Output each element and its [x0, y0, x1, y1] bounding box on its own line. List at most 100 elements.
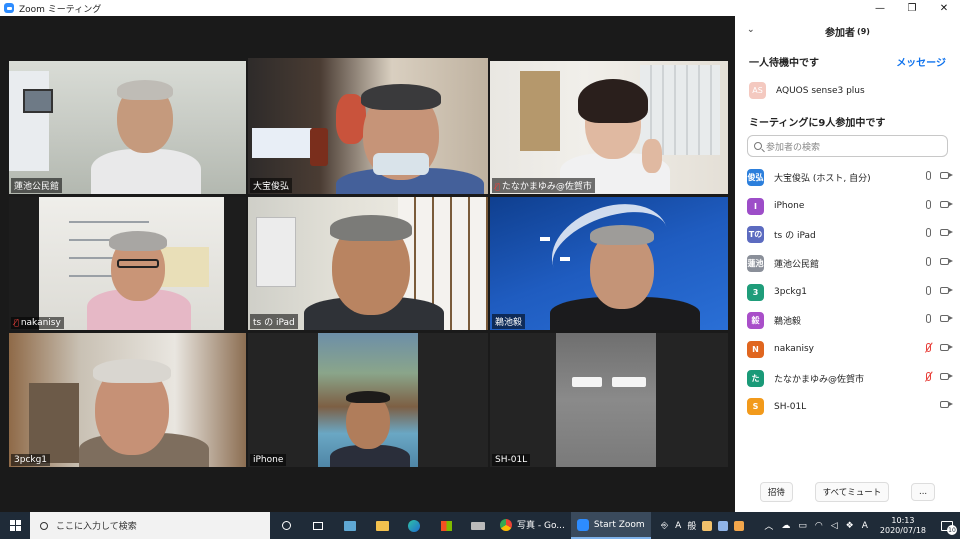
task-view-icon[interactable]	[302, 512, 334, 539]
participant-name: 鵜池毅	[774, 317, 802, 328]
edge-browser-icon[interactable]	[398, 512, 430, 539]
panel-title: 参加者	[825, 27, 856, 39]
video-tile[interactable]: 3pckg1	[9, 333, 246, 467]
mic-muted-icon[interactable]	[926, 371, 931, 381]
participant-row[interactable]: た たなかまゆみ@佐賀市	[747, 364, 953, 393]
video-tile[interactable]: 🎙̸ たなかまゆみ@佐賀市	[490, 61, 728, 194]
taskbar-app-label: Start Zoom	[593, 519, 645, 530]
glasses-shape	[117, 259, 159, 268]
participant-row[interactable]: 蓮池 蓮池公民館	[747, 249, 953, 278]
video-camera-icon[interactable]	[940, 372, 953, 380]
more-options-button[interactable]: ...	[911, 483, 936, 501]
tile-name-label: 大宝俊弘	[250, 178, 293, 193]
minimize-button[interactable]: —	[864, 0, 896, 16]
avatar: 俊弘	[747, 168, 764, 186]
participant-row[interactable]: 3 3pckg1	[747, 278, 953, 307]
participant-search-input[interactable]: 参加者の検索	[747, 135, 948, 157]
mic-icon[interactable]	[926, 314, 931, 324]
ime-toggle-icon[interactable]: ⎆	[661, 521, 668, 531]
taskbar-search-box[interactable]: ここに入力して検索	[30, 512, 270, 539]
taskbar-app-chrome[interactable]: 写真 - Go...	[494, 512, 571, 539]
search-placeholder: 参加者の検索	[766, 142, 821, 153]
avatar: AS	[749, 82, 766, 99]
notification-center-icon[interactable]: 10	[934, 512, 960, 539]
notification-count-badge: 10	[947, 525, 957, 535]
system-tray: ⎆ A 般 ︿ ☁ ▭ ◠ ◁ ❖ A 10:13 2020/07/18 10	[661, 512, 960, 539]
tile-name-label: ts の iPad	[250, 314, 298, 329]
ime-kanji[interactable]: 般	[687, 519, 696, 532]
mic-icon[interactable]	[926, 199, 931, 209]
mic-icon[interactable]	[926, 257, 931, 267]
taskbar-app-zoom[interactable]: Start Zoom	[570, 512, 651, 539]
invite-button[interactable]: 招待	[759, 482, 793, 502]
show-hidden-icons-icon[interactable]: ︿	[764, 519, 773, 532]
taskbar-clock[interactable]: 10:13 2020/07/18	[880, 516, 926, 536]
person-hair	[330, 215, 412, 241]
mic-icon[interactable]	[926, 171, 931, 180]
person-hair	[578, 79, 648, 123]
waiting-participant[interactable]: AS AQUOS sense3 plus	[749, 82, 865, 99]
video-camera-icon[interactable]	[940, 286, 953, 294]
avatar: た	[747, 369, 764, 387]
participant-row[interactable]: I iPhone	[747, 192, 953, 221]
mute-all-button[interactable]: すべてミュート	[814, 482, 890, 502]
participant-row[interactable]: 俊弘 大宝俊弘 (ホスト, 自分)	[747, 163, 953, 192]
video-camera-icon[interactable]	[940, 258, 953, 266]
mic-muted-icon: 🎙̸	[14, 318, 19, 327]
video-camera-icon[interactable]	[940, 400, 953, 408]
calendar-shape	[256, 217, 296, 287]
cortana-icon[interactable]	[270, 512, 302, 539]
close-button[interactable]: ✕	[928, 0, 960, 16]
mic-icon[interactable]	[926, 228, 931, 238]
video-tile[interactable]: ts の iPad	[248, 197, 488, 330]
wifi-icon[interactable]: ◠	[815, 521, 823, 531]
taskbar: ここに入力して検索 写真 - Go... Start Zoom ⎆ A 般 ︿ …	[0, 512, 960, 539]
panel-header: ⌄ 参加者 (9)	[735, 22, 960, 40]
start-button[interactable]	[0, 512, 30, 539]
ime-mode[interactable]: A	[675, 521, 681, 531]
message-link[interactable]: メッセージ	[896, 54, 946, 69]
participant-name: iPhone	[774, 201, 805, 212]
store-icon[interactable]	[430, 512, 462, 539]
video-camera-icon[interactable]	[940, 344, 953, 352]
video-tile[interactable]: 鵜池毅	[490, 197, 728, 330]
video-tile-active-speaker[interactable]: 大宝俊弘	[248, 58, 488, 194]
volume-icon[interactable]: ◁	[831, 521, 838, 531]
mic-muted-icon[interactable]	[926, 343, 931, 353]
participant-row[interactable]: N nakanisy	[747, 335, 953, 364]
video-gallery: 蓮池公民館 大宝俊弘 🎙̸ たなかまゆみ@佐賀市 🎙̸ nakanisy ts …	[0, 16, 735, 512]
avatar: Tの	[747, 226, 764, 244]
file-explorer-icon[interactable]	[366, 512, 398, 539]
onedrive-cloud-icon[interactable]: ☁	[781, 521, 790, 531]
video-camera-icon[interactable]	[940, 200, 953, 208]
avatar: S	[747, 398, 764, 416]
video-camera-icon[interactable]	[940, 315, 953, 323]
ime-pad-icon[interactable]	[718, 520, 729, 531]
panel-footer: 招待 すべてミュート ...	[735, 482, 960, 502]
video-camera-icon[interactable]	[940, 229, 953, 237]
ime-dictionary-icon[interactable]	[734, 520, 745, 531]
input-language[interactable]: A	[862, 521, 868, 531]
app-icon[interactable]	[462, 512, 494, 539]
in-meeting-label: ミーティングに9人参加中です	[749, 118, 886, 129]
participant-row[interactable]: S SH-01L	[747, 393, 953, 422]
dropbox-icon[interactable]: ❖	[846, 521, 854, 531]
avatar: I	[747, 197, 764, 215]
video-tile[interactable]: iPhone	[248, 333, 488, 467]
clock-date: 2020/07/18	[879, 525, 926, 535]
mic-icon[interactable]	[926, 285, 931, 295]
video-tile[interactable]: 蓮池公民館	[9, 61, 246, 194]
chevron-down-icon[interactable]: ⌄	[747, 25, 755, 35]
battery-icon[interactable]: ▭	[798, 521, 807, 531]
video-tile[interactable]: SH-01L	[490, 333, 728, 467]
avatar: 蓮池	[747, 254, 764, 272]
participant-row[interactable]: Tの ts の iPad	[747, 220, 953, 249]
participant-row[interactable]: 毅 鵜池毅	[747, 306, 953, 335]
ime-tool-icon[interactable]	[702, 520, 713, 531]
photos-app-icon[interactable]	[334, 512, 366, 539]
title-bar: Zoom ミーティング — ❐ ✕	[0, 0, 960, 16]
video-tile[interactable]: 🎙̸ nakanisy	[9, 197, 246, 330]
video-camera-icon[interactable]	[940, 172, 953, 179]
maximize-button[interactable]: ❐	[896, 0, 928, 16]
search-icon	[40, 521, 48, 530]
